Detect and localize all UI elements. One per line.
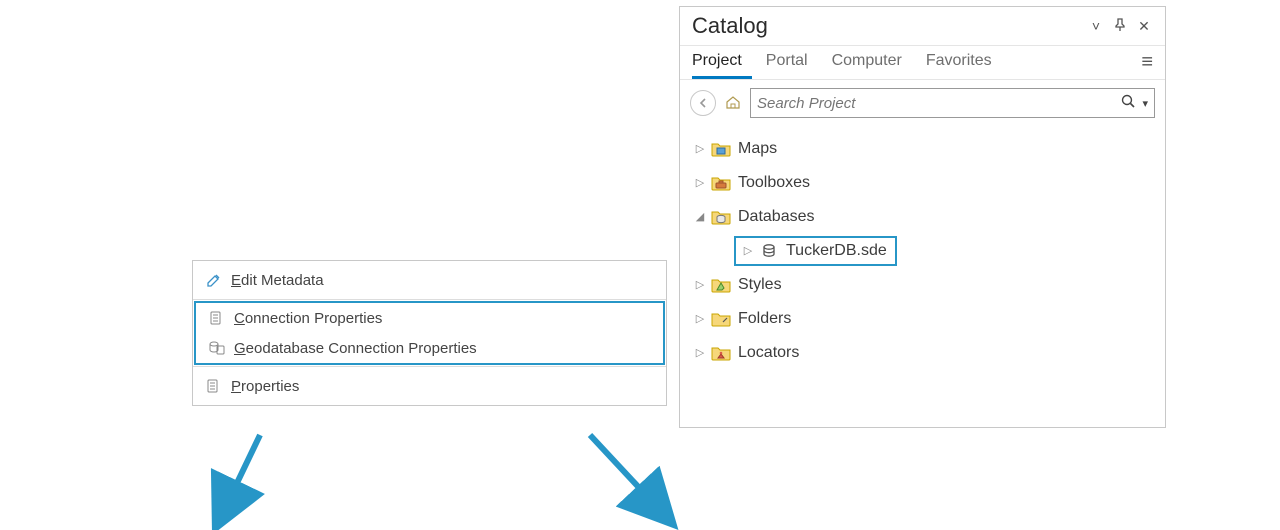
pin-icon[interactable] xyxy=(1111,18,1129,35)
collapse-icon[interactable]: ˅ xyxy=(1087,18,1105,34)
arrow-left-icon xyxy=(200,430,280,530)
folder-styles-icon xyxy=(710,275,732,295)
tree-item-label: Styles xyxy=(738,276,782,294)
folder-databases-icon xyxy=(710,207,732,227)
folder-locators-icon xyxy=(710,343,732,363)
tree-item-label: Toolboxes xyxy=(738,174,810,192)
geodatabase-icon xyxy=(206,339,228,357)
catalog-title: Catalog xyxy=(692,13,768,39)
tree-item-databases[interactable]: ◢ Databases xyxy=(692,200,1153,234)
tab-project[interactable]: Project xyxy=(692,46,752,79)
tree-item-label: Databases xyxy=(738,208,815,226)
tree-item-toolboxes[interactable]: ▷ Toolboxes xyxy=(692,166,1153,200)
home-icon[interactable] xyxy=(721,93,745,114)
arrow-right-icon xyxy=(570,430,680,530)
tree-item-label: TuckerDB.sde xyxy=(786,242,887,260)
tab-computer[interactable]: Computer xyxy=(832,46,912,79)
tab-portal[interactable]: Portal xyxy=(766,46,818,79)
menu-item-edit-metadata[interactable]: Edit Metadata xyxy=(193,265,666,295)
close-icon[interactable]: ✕ xyxy=(1135,18,1153,35)
catalog-header: Catalog ˅ ✕ xyxy=(680,7,1165,46)
properties-icon xyxy=(203,377,225,395)
folder-maps-icon xyxy=(710,139,732,159)
tree-item-locators[interactable]: ▷ Locators xyxy=(692,336,1153,370)
catalog-pane: Catalog ˅ ✕ Project Portal Computer Favo… xyxy=(679,6,1166,428)
tree-item-folders[interactable]: ▷ Folders xyxy=(692,302,1153,336)
caret-right-icon: ▷ xyxy=(740,246,756,257)
pane-controls: ˅ ✕ xyxy=(1087,18,1153,35)
caret-right-icon: ▷ xyxy=(692,178,708,189)
catalog-tabs: Project Portal Computer Favorites ≡ xyxy=(680,46,1165,80)
back-icon[interactable] xyxy=(690,90,716,116)
catalog-tree: ▷ Maps ▷ Toolboxes ◢ Databases ▷ TuckerD… xyxy=(680,126,1165,378)
tree-item-label: Locators xyxy=(738,344,799,362)
menu-item-properties[interactable]: Properties xyxy=(193,371,666,401)
pencil-icon xyxy=(203,271,225,289)
sde-database-icon xyxy=(758,241,780,261)
menu-icon[interactable]: ≡ xyxy=(1141,51,1153,74)
folder-icon xyxy=(710,309,732,329)
caret-right-icon: ▷ xyxy=(692,144,708,155)
menu-item-geodatabase-connection-properties[interactable]: Geodatabase Connection Properties xyxy=(196,333,663,363)
caret-down-icon: ◢ xyxy=(692,212,708,223)
menu-item-label: Geodatabase Connection Properties xyxy=(234,340,477,357)
folder-toolboxes-icon xyxy=(710,173,732,193)
tree-item-label: Folders xyxy=(738,310,791,328)
menu-item-label: Connection Properties xyxy=(234,310,382,327)
search-input[interactable] xyxy=(757,95,1114,112)
tree-item-maps[interactable]: ▷ Maps xyxy=(692,132,1153,166)
tree-item-tuckerdb[interactable]: ▷ TuckerDB.sde xyxy=(692,234,1153,268)
menu-item-label: Properties xyxy=(231,378,299,395)
search-icon[interactable] xyxy=(1120,93,1136,113)
search-box: ▾ xyxy=(750,88,1155,118)
properties-icon xyxy=(206,309,228,327)
tree-item-styles[interactable]: ▷ Styles xyxy=(692,268,1153,302)
caret-right-icon: ▷ xyxy=(692,280,708,291)
tab-favorites[interactable]: Favorites xyxy=(926,46,1002,79)
menu-item-label: Edit Metadata xyxy=(231,272,324,289)
search-row: ▾ xyxy=(680,80,1165,126)
tree-item-label: Maps xyxy=(738,140,777,158)
caret-right-icon: ▷ xyxy=(692,348,708,359)
caret-right-icon: ▷ xyxy=(692,314,708,325)
menu-item-connection-properties[interactable]: Connection Properties xyxy=(196,303,663,333)
chevron-down-icon[interactable]: ▾ xyxy=(1142,97,1148,110)
context-menu: Edit Metadata Connection Properties Geod… xyxy=(192,260,667,406)
